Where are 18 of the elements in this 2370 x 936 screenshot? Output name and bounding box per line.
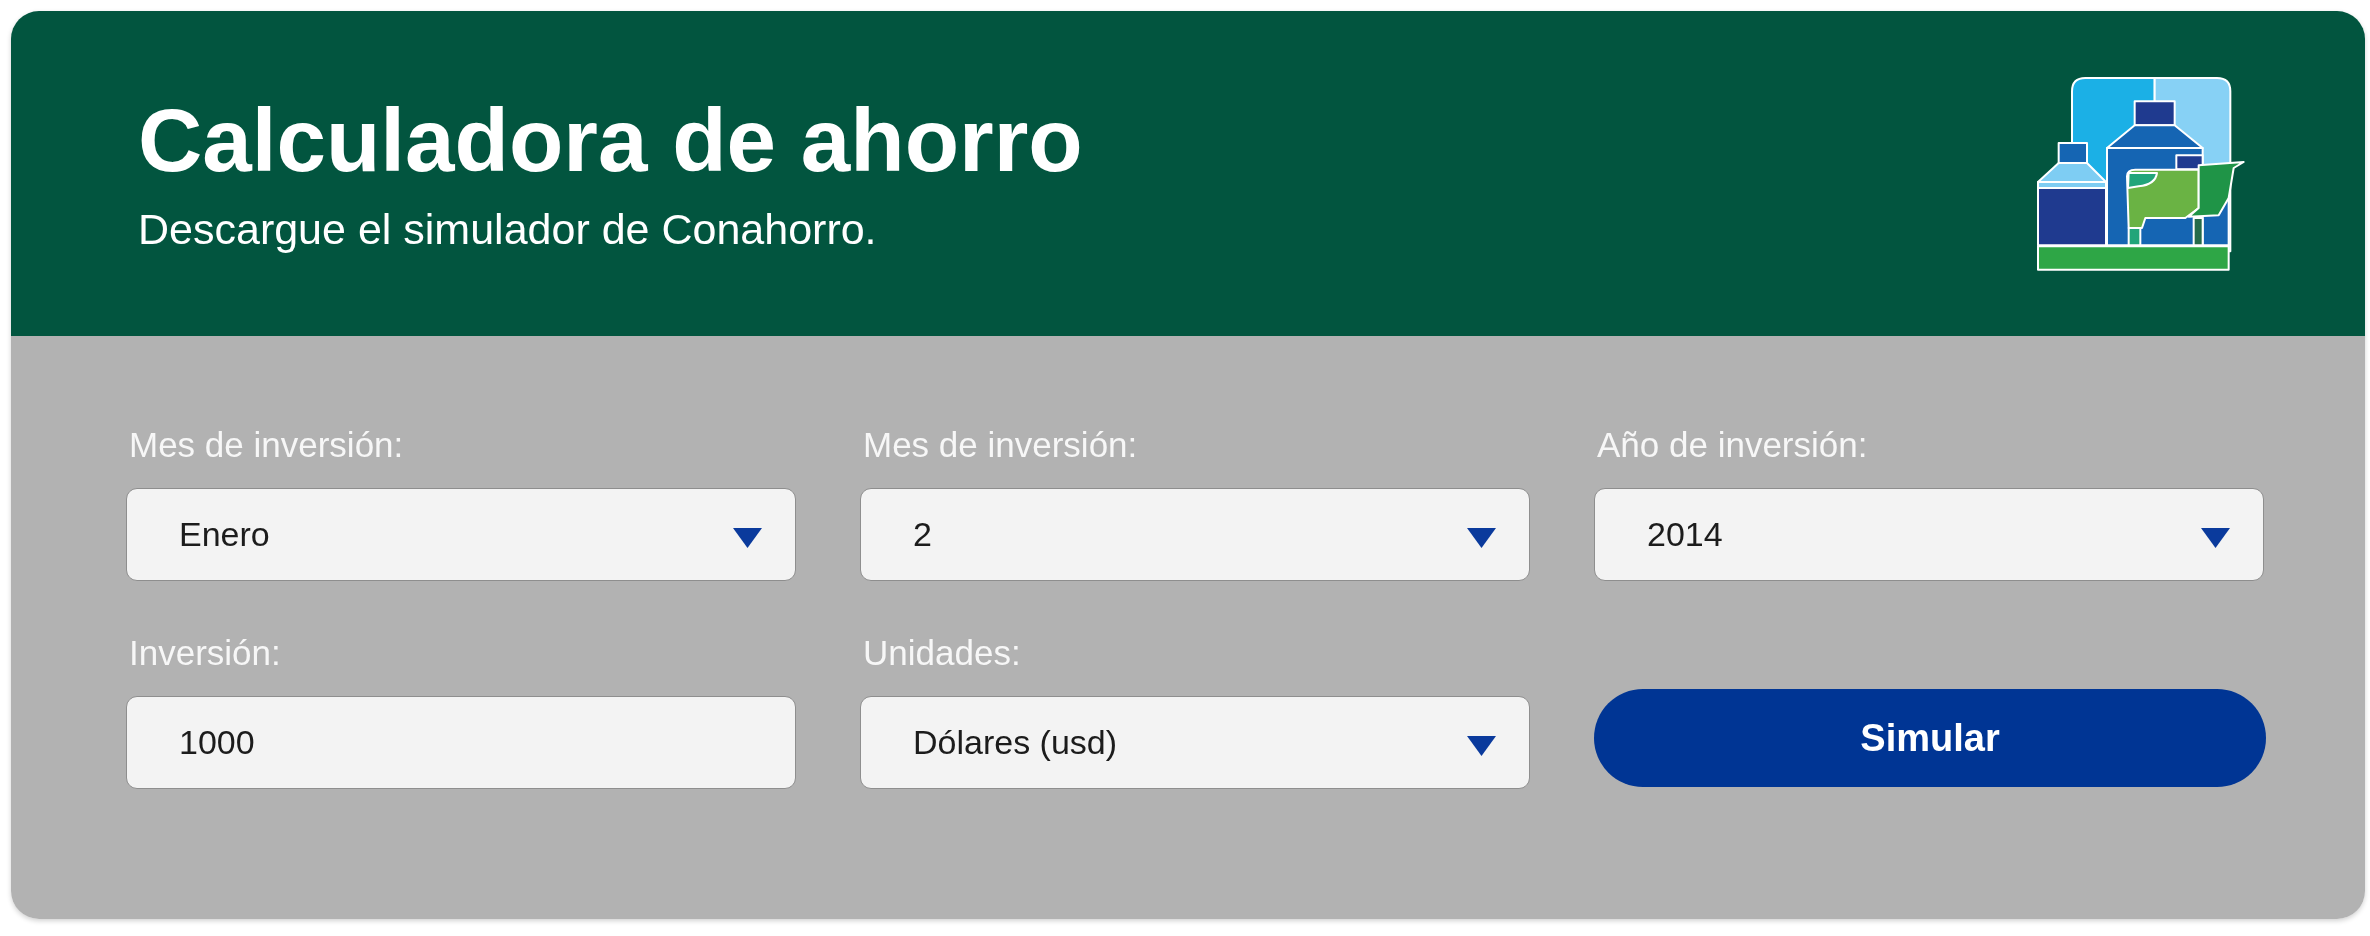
dropdown-field[interactable]: 2 <box>860 488 1530 581</box>
caret-icon <box>733 527 762 548</box>
field-label: Mes de inversión: <box>128 424 404 466</box>
dropdown-field[interactable]: 2014 <box>1594 488 2264 581</box>
field-label: Año de inversión: <box>1596 424 1868 466</box>
caret-icon <box>2201 527 2230 548</box>
dropdown-field[interactable]: Dólares (usd) <box>860 696 1530 789</box>
caret-icon <box>1467 735 1496 756</box>
page-title: Calculadora de ahorro <box>138 92 1083 189</box>
field-label: Mes de inversión: <box>862 424 1138 466</box>
page-subtitle: Descargue el simulador de Conahorro. <box>138 204 878 255</box>
caret-icon <box>1467 527 1496 548</box>
field-label: Inversión: <box>128 632 281 674</box>
input-field[interactable]: 1000 <box>126 696 796 789</box>
dropdown-field[interactable]: Enero <box>126 488 796 581</box>
field-label: Unidades: <box>862 632 1021 674</box>
bottles-and-cow-icon <box>2036 75 2246 272</box>
simulate-button[interactable]: Simular <box>1594 689 2266 787</box>
